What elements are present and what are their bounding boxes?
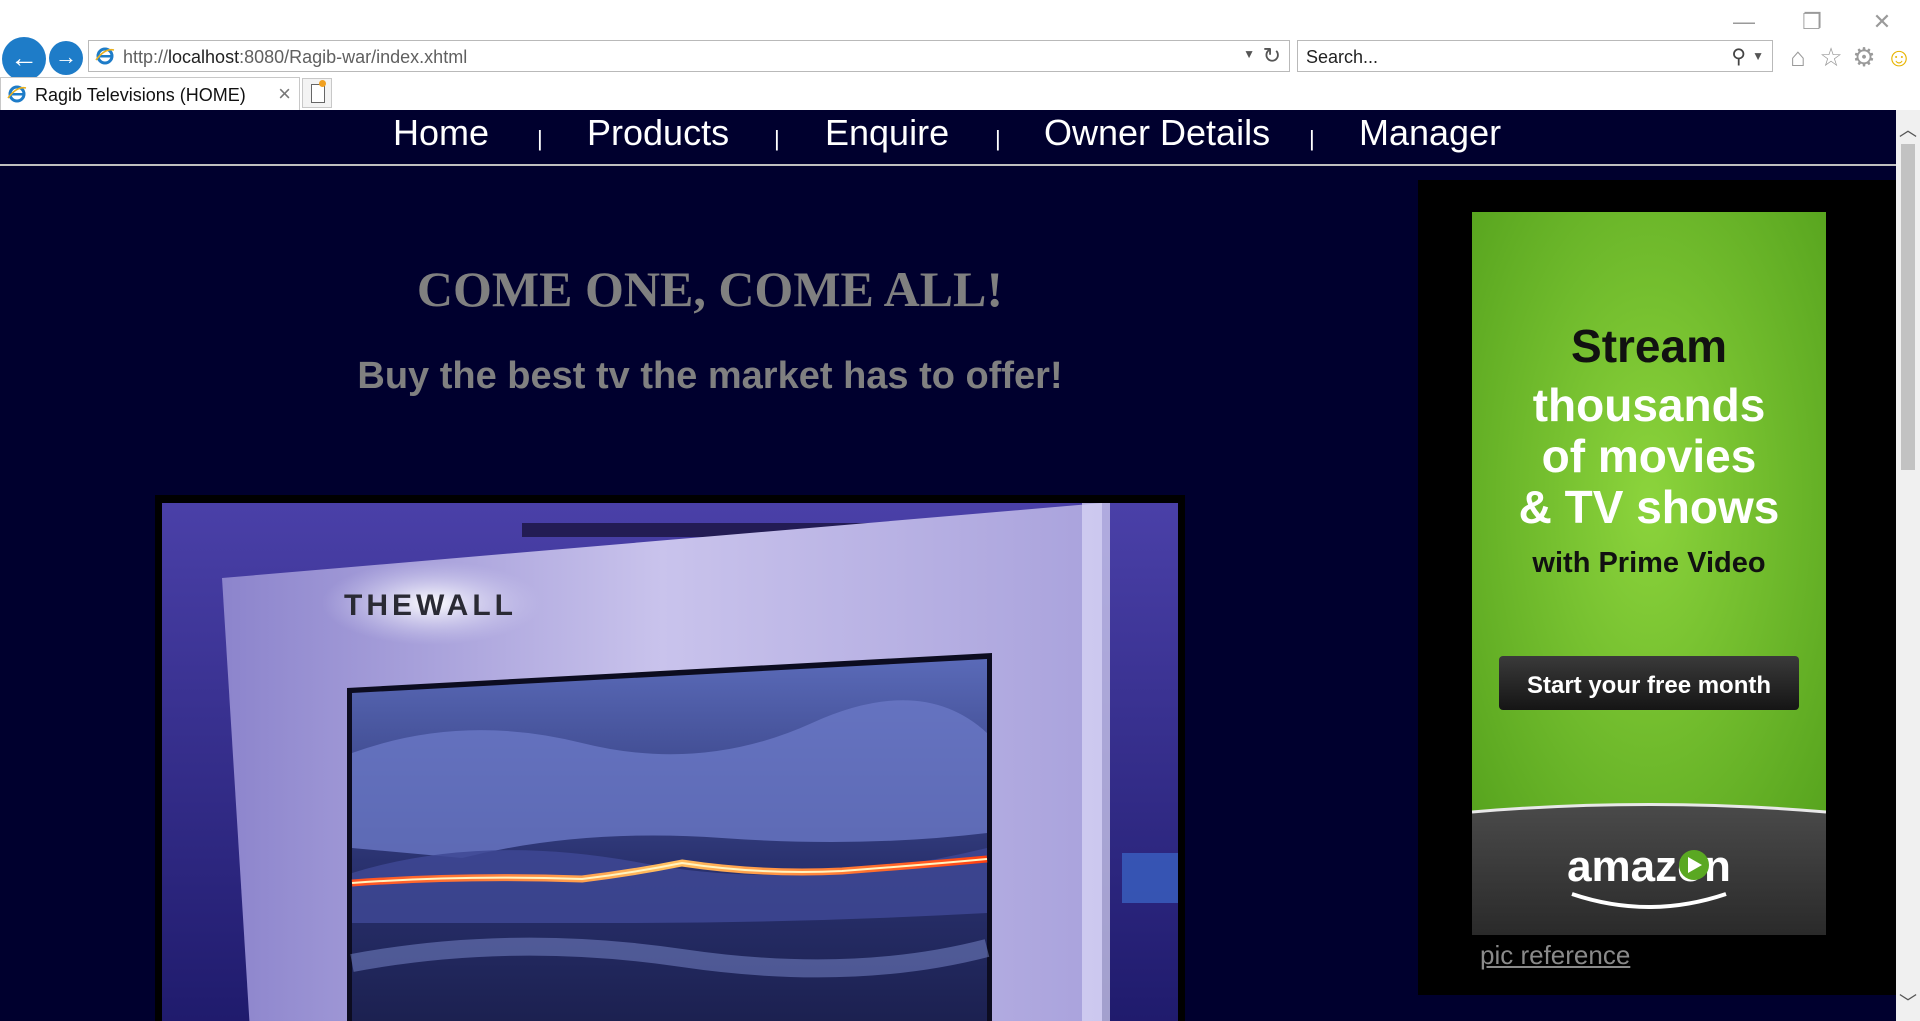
nav-products[interactable]: Products — [587, 112, 729, 154]
close-window-icon[interactable]: ✕ — [1862, 8, 1902, 36]
ie-tab-icon — [7, 85, 27, 103]
ad-line-3: of movies — [1542, 430, 1757, 482]
search-input[interactable]: Search... — [1306, 47, 1378, 68]
ad-line-2: thousands — [1533, 379, 1766, 431]
restore-icon[interactable]: ❐ — [1792, 8, 1832, 36]
main-nav: Home | Products | Enquire | Owner Detail… — [0, 110, 1896, 166]
forward-button[interactable]: → — [49, 41, 83, 75]
tv-image: THEWALL — [162, 503, 1178, 1021]
forward-arrow-icon: → — [55, 44, 77, 69]
ad-line-4: & TV shows — [1519, 481, 1780, 533]
chevron-down-icon[interactable]: ▼ — [1752, 49, 1764, 63]
scroll-down-icon[interactable]: ﹀ — [1896, 989, 1920, 1015]
favorites-star-icon[interactable]: ☆ — [1816, 42, 1846, 72]
ad-line-1: Stream — [1571, 320, 1727, 372]
minimize-icon[interactable]: — — [1724, 8, 1764, 36]
close-tab-icon[interactable]: × — [278, 81, 291, 107]
ad-line-5: with Prime Video — [1531, 547, 1765, 579]
gear-icon[interactable]: ⚙ — [1849, 42, 1879, 72]
nav-separator: | — [1309, 126, 1315, 151]
nav-separator: | — [537, 126, 543, 151]
ad-panel: Stream thousands of movies & TV shows wi… — [1418, 180, 1896, 995]
smiley-feedback-icon[interactable]: ☺ — [1884, 42, 1914, 72]
new-tab-button[interactable] — [302, 78, 332, 108]
page-viewport: Home | Products | Enquire | Owner Detail… — [0, 110, 1896, 1021]
page-headline: COME ONE, COME ALL! — [416, 261, 1004, 317]
scroll-up-icon[interactable]: ︿ — [1896, 116, 1920, 142]
tv-brand-label: THEWALL — [344, 589, 517, 622]
pic-reference-link[interactable]: pic reference — [1480, 940, 1630, 971]
back-arrow-icon: ← — [10, 42, 38, 73]
back-button[interactable]: ← — [2, 37, 46, 81]
scrollbar-thumb[interactable] — [1901, 144, 1915, 470]
nav-separator: | — [995, 126, 1001, 151]
ad-cta-label: Start your free month — [1527, 672, 1771, 699]
refresh-icon[interactable]: ↻ — [1263, 43, 1281, 69]
search-icon[interactable]: ⚲ — [1731, 44, 1746, 69]
nav-separator: | — [774, 126, 780, 151]
ie-page-icon — [95, 47, 115, 65]
prime-video-ad[interactable]: Stream thousands of movies & TV shows wi… — [1472, 212, 1826, 935]
nav-owner-details[interactable]: Owner Details — [1044, 112, 1270, 154]
nav-enquire[interactable]: Enquire — [825, 112, 949, 154]
address-bar[interactable]: http://localhost:8080/Ragib-war/index.xh… — [88, 40, 1290, 72]
search-box[interactable]: Search... ⚲ ▼ — [1297, 40, 1773, 72]
nav-home[interactable]: Home — [393, 112, 489, 154]
chevron-down-icon[interactable]: ▼ — [1243, 47, 1255, 61]
nav-manager[interactable]: Manager — [1359, 112, 1501, 154]
tab-title: Ragib Televisions (HOME) — [35, 85, 246, 105]
tv-image-frame: THEWALL — [155, 495, 1185, 1021]
browser-tab[interactable]: Ragib Televisions (HOME) × — [0, 77, 300, 110]
home-icon[interactable]: ⌂ — [1783, 42, 1813, 72]
browser-chrome: — ❐ ✕ ← → http://localhost:8080/Ragib-wa… — [0, 0, 1920, 110]
url-text: http://localhost:8080/Ragib-war/index.xh… — [123, 47, 468, 67]
page-subheadline: Buy the best tv the market has to offer! — [357, 355, 1063, 397]
page-scrollbar[interactable]: ︿ ﹀ — [1896, 110, 1920, 1021]
new-tab-spark-icon — [319, 80, 326, 87]
